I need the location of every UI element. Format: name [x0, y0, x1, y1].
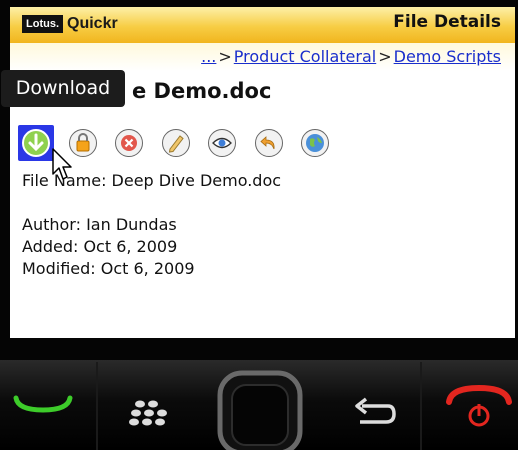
breadcrumb-item-product-collateral[interactable]: Product Collateral	[234, 47, 376, 66]
added-line: Added: Oct 6, 2009	[22, 237, 178, 256]
key-divider	[420, 362, 422, 450]
delete-icon	[115, 129, 143, 157]
logo-text: Quickr	[67, 15, 118, 32]
phone-device: Lotus. Quickr File Details ... > Product C…	[0, 0, 518, 450]
logo-badge: Lotus.	[22, 15, 63, 33]
globe-icon	[301, 129, 329, 157]
call-key-icon[interactable]	[10, 390, 76, 420]
download-tooltip: Download	[1, 70, 125, 107]
undo-button[interactable]	[251, 125, 287, 161]
header-bar: Lotus. Quickr File Details	[10, 7, 515, 43]
breadcrumb-item-demo-scripts[interactable]: Demo Scripts	[394, 47, 501, 66]
app-logo: Lotus. Quickr	[22, 12, 118, 36]
key-divider	[96, 362, 98, 450]
mouse-pointer-icon	[52, 148, 72, 180]
page-title: File Details	[393, 12, 501, 32]
file-details: File Name: Deep Dive Demo.doc Author: Ia…	[22, 170, 281, 280]
breadcrumb-ellipsis-link[interactable]: ...	[201, 47, 216, 66]
globe-button[interactable]	[297, 125, 333, 161]
author-line: Author: Ian Dundas	[22, 215, 177, 234]
edit-button[interactable]	[158, 125, 194, 161]
back-key-icon[interactable]	[352, 396, 398, 432]
breadcrumb: ... > Product Collateral > Demo Scripts	[10, 43, 515, 71]
undo-icon	[254, 129, 283, 157]
download-button[interactable]	[18, 125, 54, 161]
view-button[interactable]	[204, 125, 240, 161]
trackpad-key[interactable]	[214, 367, 306, 450]
download-icon	[22, 129, 50, 157]
delete-button[interactable]	[111, 125, 147, 161]
phone-screen: Lotus. Quickr File Details ... > Product C…	[10, 7, 515, 338]
end-call-key-icon[interactable]	[444, 380, 514, 435]
breadcrumb-separator: >	[218, 47, 232, 66]
document-title: e Demo.doc	[132, 79, 272, 103]
breadcrumb-separator: >	[378, 47, 392, 66]
view-icon	[208, 129, 236, 157]
edit-icon	[161, 129, 190, 157]
menu-key-icon[interactable]	[126, 398, 168, 432]
modified-line: Modified: Oct 6, 2009	[22, 259, 195, 278]
